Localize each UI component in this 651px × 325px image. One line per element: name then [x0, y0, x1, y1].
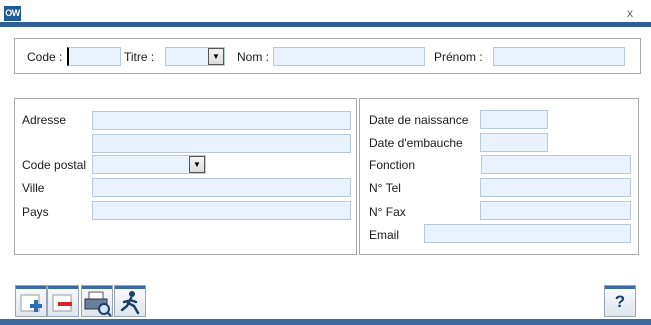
code-postal-select[interactable]: ▼ [92, 155, 206, 174]
date-embauche-input[interactable] [480, 133, 548, 152]
nom-label: Nom : [237, 50, 270, 64]
prenom-label: Prénom : [434, 50, 483, 64]
delete-button[interactable] [47, 285, 79, 317]
email-label: Email [369, 228, 400, 242]
adresse-label: Adresse [22, 113, 67, 127]
adresse-line1-input[interactable] [92, 111, 351, 130]
address-panel: Adresse Code postal ▼ Ville Pays [14, 98, 357, 255]
ville-label: Ville [22, 181, 45, 195]
code-label: Code : [27, 50, 63, 64]
fax-input[interactable] [480, 201, 631, 220]
add-record-icon [20, 294, 42, 312]
pays-label: Pays [22, 205, 49, 219]
title-bar: OW x [0, 0, 651, 27]
identity-panel: Code : Titre : ▼ Nom : Prénom : [14, 38, 641, 74]
app-logo: OW [4, 6, 21, 21]
exit-running-man-icon [120, 291, 140, 315]
button-accent-bar [605, 286, 635, 289]
fonction-label: Fonction [369, 158, 416, 172]
code-input[interactable] [67, 47, 121, 66]
titre-label: Titre : [124, 50, 155, 64]
chevron-down-icon[interactable]: ▼ [208, 48, 224, 65]
print-preview-icon [84, 291, 112, 317]
titre-select[interactable]: ▼ [165, 47, 225, 66]
code-postal-label: Code postal [22, 158, 87, 172]
help-button[interactable]: ? [604, 285, 636, 317]
ville-input[interactable] [92, 178, 351, 197]
exit-button[interactable] [114, 285, 146, 317]
employment-panel: Date de naissance Date d'embauche Foncti… [359, 98, 639, 255]
email-input[interactable] [424, 224, 631, 243]
pays-input[interactable] [92, 201, 351, 220]
chevron-down-icon[interactable]: ▼ [189, 156, 205, 173]
close-button[interactable]: x [623, 6, 637, 20]
fax-label: N° Fax [369, 205, 406, 219]
adresse-line2-input[interactable] [92, 134, 351, 153]
fonction-input[interactable] [481, 155, 631, 174]
date-embauche-label: Date d'embauche [369, 136, 463, 150]
date-naissance-label: Date de naissance [369, 113, 469, 127]
help-icon: ? [614, 292, 626, 311]
tel-label: N° Tel [369, 181, 401, 195]
print-preview-button[interactable] [81, 285, 113, 317]
prenom-input[interactable] [493, 47, 625, 66]
add-button[interactable] [15, 285, 47, 317]
nom-input[interactable] [273, 47, 425, 66]
date-naissance-input[interactable] [480, 110, 548, 129]
bottom-accent-bar [0, 319, 651, 325]
tel-input[interactable] [480, 178, 631, 197]
delete-record-icon [52, 294, 72, 312]
